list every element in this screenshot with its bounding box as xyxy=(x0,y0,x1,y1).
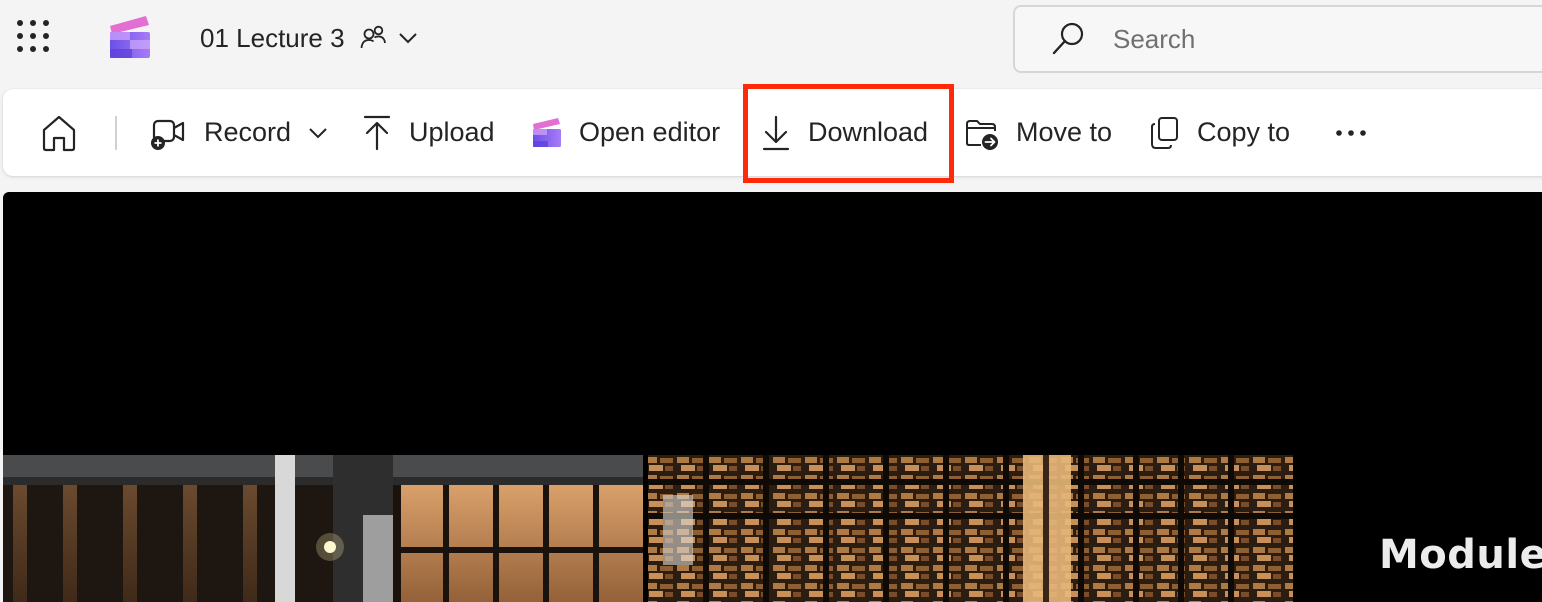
clipchamp-logo-icon[interactable] xyxy=(106,14,154,60)
copy-icon xyxy=(1151,116,1178,149)
document-title-menu[interactable]: 01 Lecture 3 xyxy=(200,20,419,56)
upload-icon xyxy=(363,115,391,150)
home-icon xyxy=(42,115,76,151)
chevron-down-icon xyxy=(398,33,417,44)
top-bar: 01 Lecture 3 Search xyxy=(0,0,1542,82)
shared-people-icon xyxy=(360,25,386,49)
document-title: 01 Lecture 3 xyxy=(200,22,345,53)
chevron-down-icon xyxy=(309,127,327,138)
clipchamp-editor-icon xyxy=(533,117,561,147)
download-button[interactable]: Download xyxy=(760,89,928,176)
video-frame-building xyxy=(3,455,1293,602)
waffle-grid-icon[interactable] xyxy=(16,19,50,53)
home-button[interactable] xyxy=(39,89,79,176)
upload-label: Upload xyxy=(409,117,495,147)
upload-button[interactable]: Upload xyxy=(361,89,495,176)
move-to-label: Move to xyxy=(1016,117,1113,147)
search-box[interactable]: Search xyxy=(1013,5,1542,73)
video-player[interactable]: Module xyxy=(3,192,1542,602)
download-label: Download xyxy=(808,117,929,147)
move-to-button[interactable]: Move to xyxy=(964,89,1112,176)
download-icon xyxy=(762,115,790,150)
copy-to-label: Copy to xyxy=(1197,117,1291,147)
more-options-button[interactable] xyxy=(1335,89,1367,176)
more-options-icon xyxy=(1336,129,1366,136)
record-button[interactable]: Record xyxy=(148,89,329,176)
search-icon xyxy=(1052,22,1084,55)
move-to-folder-icon xyxy=(966,119,998,150)
command-bar: Record Upload Open editor Download Move … xyxy=(3,89,1542,176)
search-placeholder: Search xyxy=(1113,23,1196,54)
video-overlay-text: Module xyxy=(1379,532,1542,578)
open-editor-button[interactable]: Open editor xyxy=(531,89,720,176)
toolbar-divider xyxy=(115,116,117,150)
open-editor-label: Open editor xyxy=(579,117,721,147)
record-label: Record xyxy=(204,117,292,147)
copy-to-button[interactable]: Copy to xyxy=(1149,89,1290,176)
record-video-icon xyxy=(151,119,185,150)
